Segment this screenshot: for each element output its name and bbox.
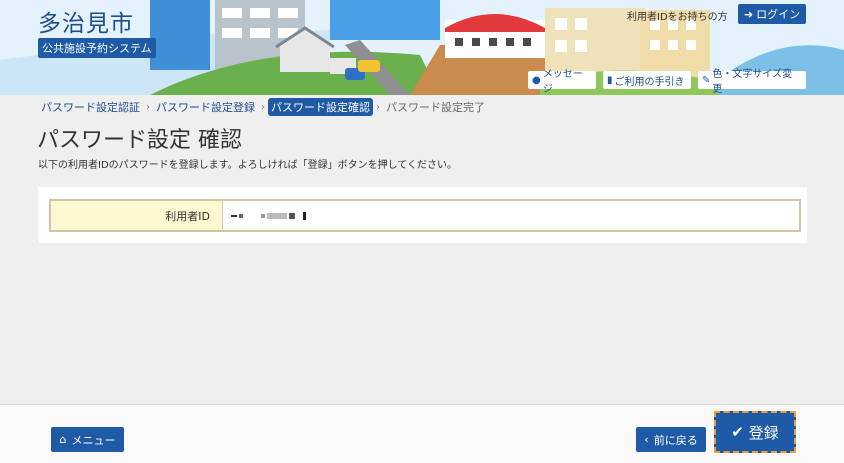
breadcrumb-separator-icon: ›	[376, 101, 380, 113]
user-id-note: 利用者IDをお持ちの方	[627, 12, 728, 23]
confirmation-panel: 利用者ID	[38, 187, 807, 243]
back-button[interactable]: ‹ 前に戻る	[636, 427, 706, 452]
breadcrumb-step-register: パスワード設定登録	[156, 101, 255, 114]
register-button-label: 登録	[748, 423, 779, 442]
login-icon: ➜	[743, 7, 754, 21]
menu-button-label: メニュー	[71, 433, 116, 447]
breadcrumb-step-auth: パスワード設定認証	[41, 101, 140, 114]
system-name: 公共施設予約システム	[38, 38, 156, 58]
brush-icon: ✎	[702, 74, 711, 86]
chat-bubble-icon: ●	[532, 74, 541, 86]
display-settings-link[interactable]: ✎ 色・文字サイズ変更	[698, 69, 806, 95]
menu-button[interactable]: ⌂ メニュー	[51, 427, 124, 452]
login-button[interactable]: ➜ ログイン	[738, 4, 806, 24]
page-title: パスワード設定 確認	[37, 128, 242, 153]
home-icon: ⌂	[59, 433, 67, 446]
user-id-label: 利用者ID	[51, 201, 223, 230]
user-id-value	[223, 201, 799, 230]
breadcrumb-separator-icon: ›	[261, 101, 265, 113]
breadcrumb-separator-icon: ›	[146, 101, 150, 113]
login-label: ログイン	[756, 8, 801, 21]
guide-link-label: ご利用の手引き	[614, 76, 685, 88]
breadcrumb: パスワード設定認証 › パスワード設定登録 › パスワード設定確認 › パスワー…	[38, 98, 488, 116]
message-link[interactable]: ● メッセージ	[528, 69, 596, 95]
page-description: 以下の利用者IDのパスワードを登録します。よろしければ「登録」ボタンを押してくだ…	[38, 160, 458, 171]
register-button[interactable]: ✔ 登録	[714, 411, 796, 453]
guide-link[interactable]: ▮ ご利用の手引き	[603, 71, 691, 89]
footer-bar: ⌂ メニュー ‹ 前に戻る ✔ 登録	[0, 404, 844, 463]
site-header: 多治見市 公共施設予約システム 利用者IDをお持ちの方 ➜ ログイン ● メッセ…	[0, 0, 844, 95]
back-button-label: 前に戻る	[653, 433, 698, 447]
check-icon: ✔	[731, 423, 744, 441]
city-name[interactable]: 多治見市	[38, 4, 134, 38]
display-settings-label: 色・文字サイズ変更	[712, 69, 793, 95]
book-icon: ▮	[607, 74, 613, 86]
user-id-row: 利用者ID	[49, 199, 801, 232]
breadcrumb-step-confirm: パスワード設定確認	[268, 98, 373, 116]
chevron-left-icon: ‹	[644, 433, 649, 446]
breadcrumb-step-complete: パスワード設定完了	[386, 101, 485, 114]
redacted-user-id	[231, 211, 306, 220]
message-link-label: メッセージ	[542, 69, 583, 95]
